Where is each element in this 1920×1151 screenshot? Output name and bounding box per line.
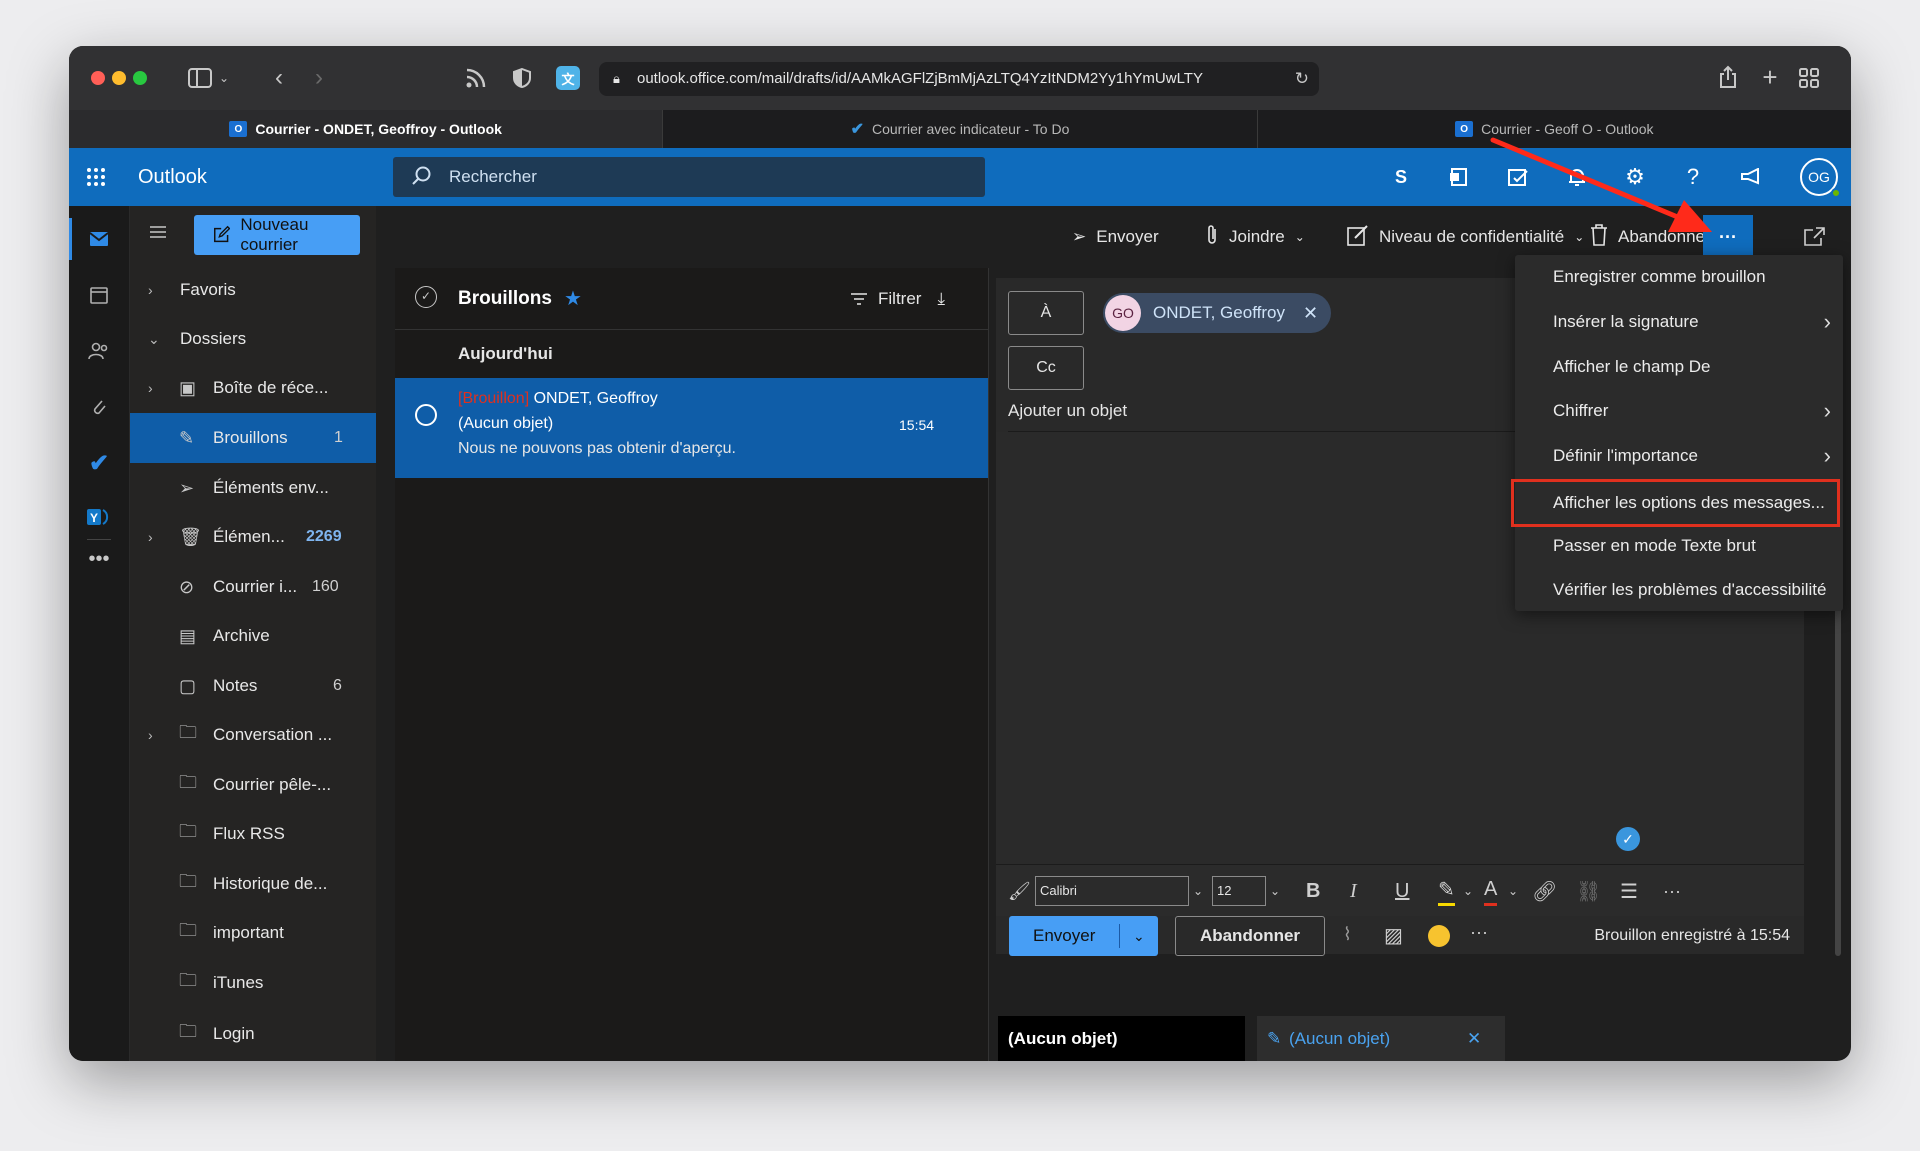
annotation-arrow bbox=[1490, 137, 1712, 232]
